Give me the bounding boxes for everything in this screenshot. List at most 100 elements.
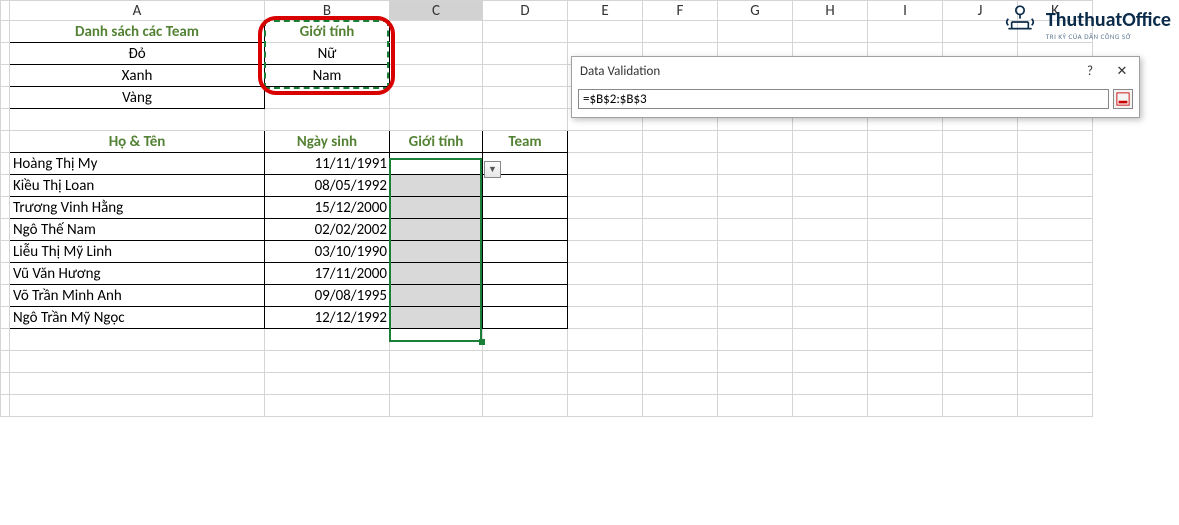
cell-K11[interactable] <box>1018 241 1093 263</box>
column-header-J[interactable]: J <box>943 1 1018 21</box>
cell-I6[interactable] <box>868 131 943 153</box>
cell-D3[interactable] <box>483 65 568 87</box>
cell-K18[interactable] <box>1018 395 1093 417</box>
cell-A14[interactable]: Ngô Trần Mỹ Ngọc <box>10 307 265 329</box>
cell-K1[interactable] <box>1018 21 1093 43</box>
cell-B10[interactable]: 02/02/2002 <box>265 219 390 241</box>
column-header-B[interactable]: B <box>265 1 390 21</box>
cell-A2[interactable]: Đỏ <box>10 43 265 65</box>
cell-E7[interactable] <box>568 153 643 175</box>
validation-dropdown-button[interactable]: ▼ <box>484 161 501 178</box>
cell-C10[interactable] <box>390 219 483 241</box>
cell-G10[interactable] <box>718 219 793 241</box>
column-header-K[interactable]: K <box>1018 1 1093 21</box>
cell-J15[interactable] <box>943 329 1018 351</box>
cell-F7[interactable] <box>643 153 718 175</box>
cell-D17[interactable] <box>483 373 568 395</box>
cell-H9[interactable] <box>793 197 868 219</box>
cell-D2[interactable] <box>483 43 568 65</box>
cell-H8[interactable] <box>793 175 868 197</box>
cell-H15[interactable] <box>793 329 868 351</box>
cell-I15[interactable] <box>868 329 943 351</box>
cell-J13[interactable] <box>943 285 1018 307</box>
cell-E11[interactable] <box>568 241 643 263</box>
cell-G6[interactable] <box>718 131 793 153</box>
cell-I7[interactable] <box>868 153 943 175</box>
cell-D11[interactable] <box>483 241 568 263</box>
cell-H12[interactable] <box>793 263 868 285</box>
cell-F12[interactable] <box>643 263 718 285</box>
cell-E16[interactable] <box>568 351 643 373</box>
cell-A16[interactable] <box>10 351 265 373</box>
cell-G12[interactable] <box>718 263 793 285</box>
cell-A12[interactable]: Vũ Văn Hương <box>10 263 265 285</box>
cell-B1[interactable]: Giới tính <box>265 21 390 43</box>
cell-F18[interactable] <box>643 395 718 417</box>
cell-J18[interactable] <box>943 395 1018 417</box>
cell-B15[interactable] <box>265 329 390 351</box>
cell-H11[interactable] <box>793 241 868 263</box>
column-header-F[interactable]: F <box>643 1 718 21</box>
cell-D9[interactable] <box>483 197 568 219</box>
cell-D1[interactable] <box>483 21 568 43</box>
cell-D6[interactable]: Team <box>483 131 568 153</box>
cell-F9[interactable] <box>643 197 718 219</box>
cell-G14[interactable] <box>718 307 793 329</box>
cell-K15[interactable] <box>1018 329 1093 351</box>
cell-B13[interactable]: 09/08/1995 <box>265 285 390 307</box>
cell-C5[interactable] <box>390 109 483 131</box>
cell-K14[interactable] <box>1018 307 1093 329</box>
cell-C7[interactable] <box>390 153 483 175</box>
cell-I16[interactable] <box>868 351 943 373</box>
cell-B12[interactable]: 17/11/2000 <box>265 263 390 285</box>
collapse-dialog-button[interactable] <box>1113 89 1133 109</box>
cell-G13[interactable] <box>718 285 793 307</box>
cell-H18[interactable] <box>793 395 868 417</box>
cell-H7[interactable] <box>793 153 868 175</box>
cell-A6[interactable]: Họ & Tên <box>10 131 265 153</box>
cell-J16[interactable] <box>943 351 1018 373</box>
cell-G16[interactable] <box>718 351 793 373</box>
cell-C12[interactable] <box>390 263 483 285</box>
cell-H10[interactable] <box>793 219 868 241</box>
cell-J17[interactable] <box>943 373 1018 395</box>
cell-J11[interactable] <box>943 241 1018 263</box>
cell-F16[interactable] <box>643 351 718 373</box>
cell-E1[interactable] <box>568 21 643 43</box>
column-header-E[interactable]: E <box>568 1 643 21</box>
cell-K12[interactable] <box>1018 263 1093 285</box>
cell-C15[interactable] <box>390 329 483 351</box>
data-validation-dialog[interactable]: Data Validation ? ✕ <box>571 56 1140 118</box>
cell-D16[interactable] <box>483 351 568 373</box>
cell-H13[interactable] <box>793 285 868 307</box>
cell-A18[interactable] <box>10 395 265 417</box>
cell-G15[interactable] <box>718 329 793 351</box>
cell-B9[interactable]: 15/12/2000 <box>265 197 390 219</box>
cell-E14[interactable] <box>568 307 643 329</box>
cell-A9[interactable]: Trương Vinh Hằng <box>10 197 265 219</box>
cell-H14[interactable] <box>793 307 868 329</box>
cell-G1[interactable] <box>718 21 793 43</box>
cell-C16[interactable] <box>390 351 483 373</box>
cell-A4[interactable]: Vàng <box>10 87 265 109</box>
dialog-help-button[interactable]: ? <box>1081 64 1099 79</box>
cell-D12[interactable] <box>483 263 568 285</box>
cell-H6[interactable] <box>793 131 868 153</box>
cell-E15[interactable] <box>568 329 643 351</box>
cell-E18[interactable] <box>568 395 643 417</box>
cell-C11[interactable] <box>390 241 483 263</box>
cell-B16[interactable] <box>265 351 390 373</box>
cell-A17[interactable] <box>10 373 265 395</box>
cell-K6[interactable] <box>1018 131 1093 153</box>
column-header-D[interactable]: D <box>483 1 568 21</box>
cell-A5[interactable] <box>10 109 265 131</box>
cell-B14[interactable]: 12/12/1992 <box>265 307 390 329</box>
cell-B3[interactable]: Nam <box>265 65 390 87</box>
cell-B6[interactable]: Ngày sinh <box>265 131 390 153</box>
cell-K8[interactable] <box>1018 175 1093 197</box>
cell-D4[interactable] <box>483 87 568 109</box>
cell-H1[interactable] <box>793 21 868 43</box>
cell-E12[interactable] <box>568 263 643 285</box>
cell-K9[interactable] <box>1018 197 1093 219</box>
cell-B7[interactable]: 11/11/1991 <box>265 153 390 175</box>
